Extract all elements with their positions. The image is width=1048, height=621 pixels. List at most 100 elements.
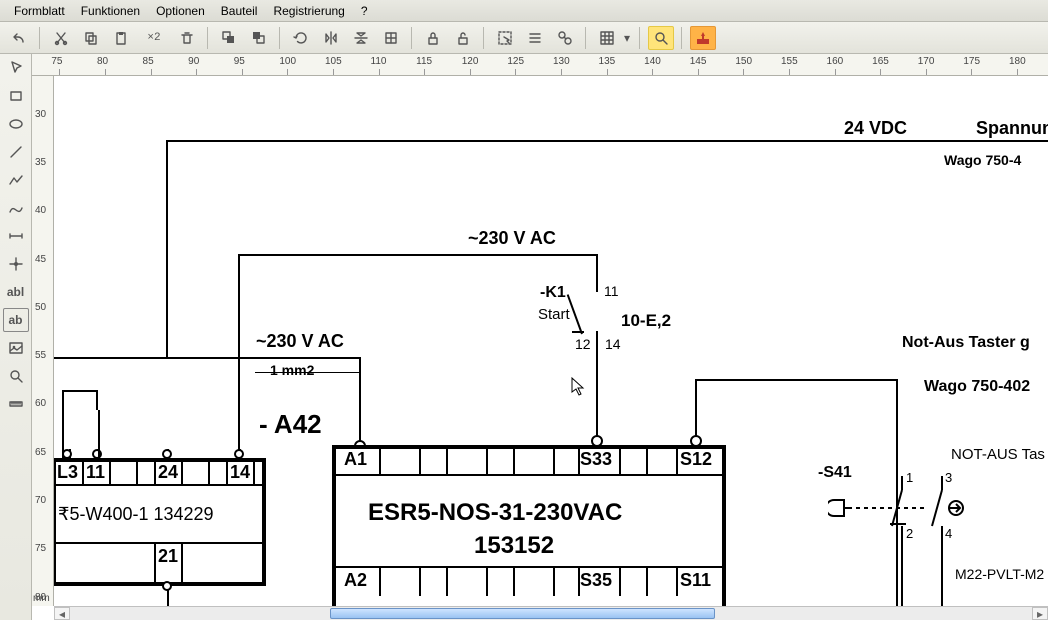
cursor-icon [571, 377, 587, 397]
wago-1: Wago 750-4 [944, 152, 1021, 168]
menu-funktionen[interactable]: Funktionen [73, 2, 148, 20]
wire [54, 357, 361, 359]
list-icon[interactable] [522, 26, 548, 50]
menu-help[interactable]: ? [353, 2, 376, 20]
drawing-canvas[interactable]: 24 VDC Spannun Wago 750-4 ~230 V AC -K1 … [54, 76, 1048, 606]
ellipse-tool-icon[interactable] [3, 112, 29, 136]
grid-icon[interactable] [594, 26, 620, 50]
rect-tool-icon[interactable] [3, 84, 29, 108]
line-tool-icon[interactable] [3, 140, 29, 164]
wire [166, 140, 1048, 142]
undo-icon[interactable] [6, 26, 32, 50]
connection-point-icon[interactable] [3, 252, 29, 276]
dimension-tool-icon[interactable] [3, 224, 29, 248]
tsep [446, 566, 448, 596]
scroll-track[interactable] [70, 607, 1032, 620]
tsep [379, 566, 381, 596]
ac-label-1: ~230 V AC [468, 228, 556, 249]
paste-x2-icon[interactable]: ×2 [138, 26, 170, 50]
wire [695, 379, 697, 441]
transform-icon[interactable] [378, 26, 404, 50]
tsep [154, 542, 156, 584]
cut-icon[interactable] [48, 26, 74, 50]
select-area-icon[interactable] [492, 26, 518, 50]
menu-formblatt[interactable]: Formblatt [6, 2, 73, 20]
k1-sub: Start [538, 306, 570, 323]
delete-icon[interactable] [174, 26, 200, 50]
rotate-icon[interactable] [288, 26, 314, 50]
ac-label-2: ~230 V AC [256, 331, 344, 352]
wire [941, 538, 943, 606]
menu-bauteil[interactable]: Bauteil [213, 2, 266, 20]
left-tool-strip: abl ab [0, 54, 32, 620]
toolbar: ×2 ▾ [0, 22, 1048, 54]
tsep [109, 458, 111, 486]
lock-icon[interactable] [420, 26, 446, 50]
terminal-divider [54, 484, 266, 486]
tsep [181, 458, 183, 486]
pointer-tool-icon[interactable] [3, 56, 29, 80]
terminal-divider [54, 542, 266, 544]
workspace: abl ab 758085909510010511011512012513013… [0, 54, 1048, 620]
image-tool-icon[interactable] [3, 336, 29, 360]
tsep [486, 445, 488, 475]
wire [596, 331, 598, 441]
horizontal-scrollbar[interactable]: ◂ ▸ [54, 606, 1048, 620]
m22-label: M22-PVLT-M2 [955, 566, 1044, 582]
unlock-icon[interactable] [450, 26, 476, 50]
text-block-icon[interactable]: ab [3, 308, 29, 332]
wire [98, 410, 100, 458]
term-S35: S35 [580, 570, 612, 591]
k1-t14: 14 [605, 336, 621, 352]
tsep [379, 445, 381, 475]
run-icon[interactable] [690, 26, 716, 50]
wago-2: Wago 750-402 [924, 378, 1030, 396]
node-dot [91, 448, 103, 460]
wire [359, 357, 361, 446]
wire-mm2: 1 mm2 [270, 362, 314, 378]
wire [901, 538, 903, 606]
tsep [619, 445, 621, 475]
tsep [646, 566, 648, 596]
scroll-thumb[interactable] [330, 608, 715, 619]
tsep [226, 458, 228, 486]
term-21: 21 [158, 546, 178, 567]
mirror-v-icon[interactable] [348, 26, 374, 50]
polyline-tool-icon[interactable] [3, 168, 29, 192]
send-back-icon[interactable] [246, 26, 272, 50]
wire [572, 331, 584, 333]
s41-symbol [828, 476, 998, 556]
left-block-name: ₹5-W400-1 134229 [58, 504, 214, 525]
bring-front-icon[interactable] [216, 26, 242, 50]
tsep [619, 566, 621, 596]
terminal-divider [332, 474, 726, 476]
wire [596, 254, 598, 292]
term-A2: A2 [344, 570, 367, 591]
paste-icon[interactable] [108, 26, 134, 50]
copy-icon[interactable] [78, 26, 104, 50]
term-14: 14 [230, 462, 250, 483]
text-tool-icon[interactable]: abl [3, 280, 29, 304]
tsep [553, 566, 555, 596]
scroll-left-arrow[interactable]: ◂ [54, 607, 70, 620]
tsep [676, 445, 678, 475]
zoom-icon[interactable] [648, 26, 674, 50]
scroll-right-arrow[interactable]: ▸ [1032, 607, 1048, 620]
spannung-label: Spannun [976, 118, 1048, 139]
curve-tool-icon[interactable] [3, 196, 29, 220]
measure-tool-icon[interactable] [3, 392, 29, 416]
ref-10e2: 10-E,2 [621, 311, 671, 331]
find-icon[interactable] [552, 26, 578, 50]
wire [166, 141, 168, 359]
a42-label: - A42 [259, 409, 322, 440]
tsep [181, 542, 183, 584]
notaus-tas: NOT-AUS Tas [951, 446, 1045, 463]
menu-registrierung[interactable]: Registrierung [265, 2, 352, 20]
zoom-tool-icon[interactable] [3, 364, 29, 388]
small-box [62, 390, 98, 410]
menu-optionen[interactable]: Optionen [148, 2, 213, 20]
center-block-name2: 153152 [474, 532, 554, 560]
mirror-h-icon[interactable] [318, 26, 344, 50]
notaus-1: Not-Aus Taster g [902, 334, 1030, 352]
tsep [253, 458, 255, 486]
